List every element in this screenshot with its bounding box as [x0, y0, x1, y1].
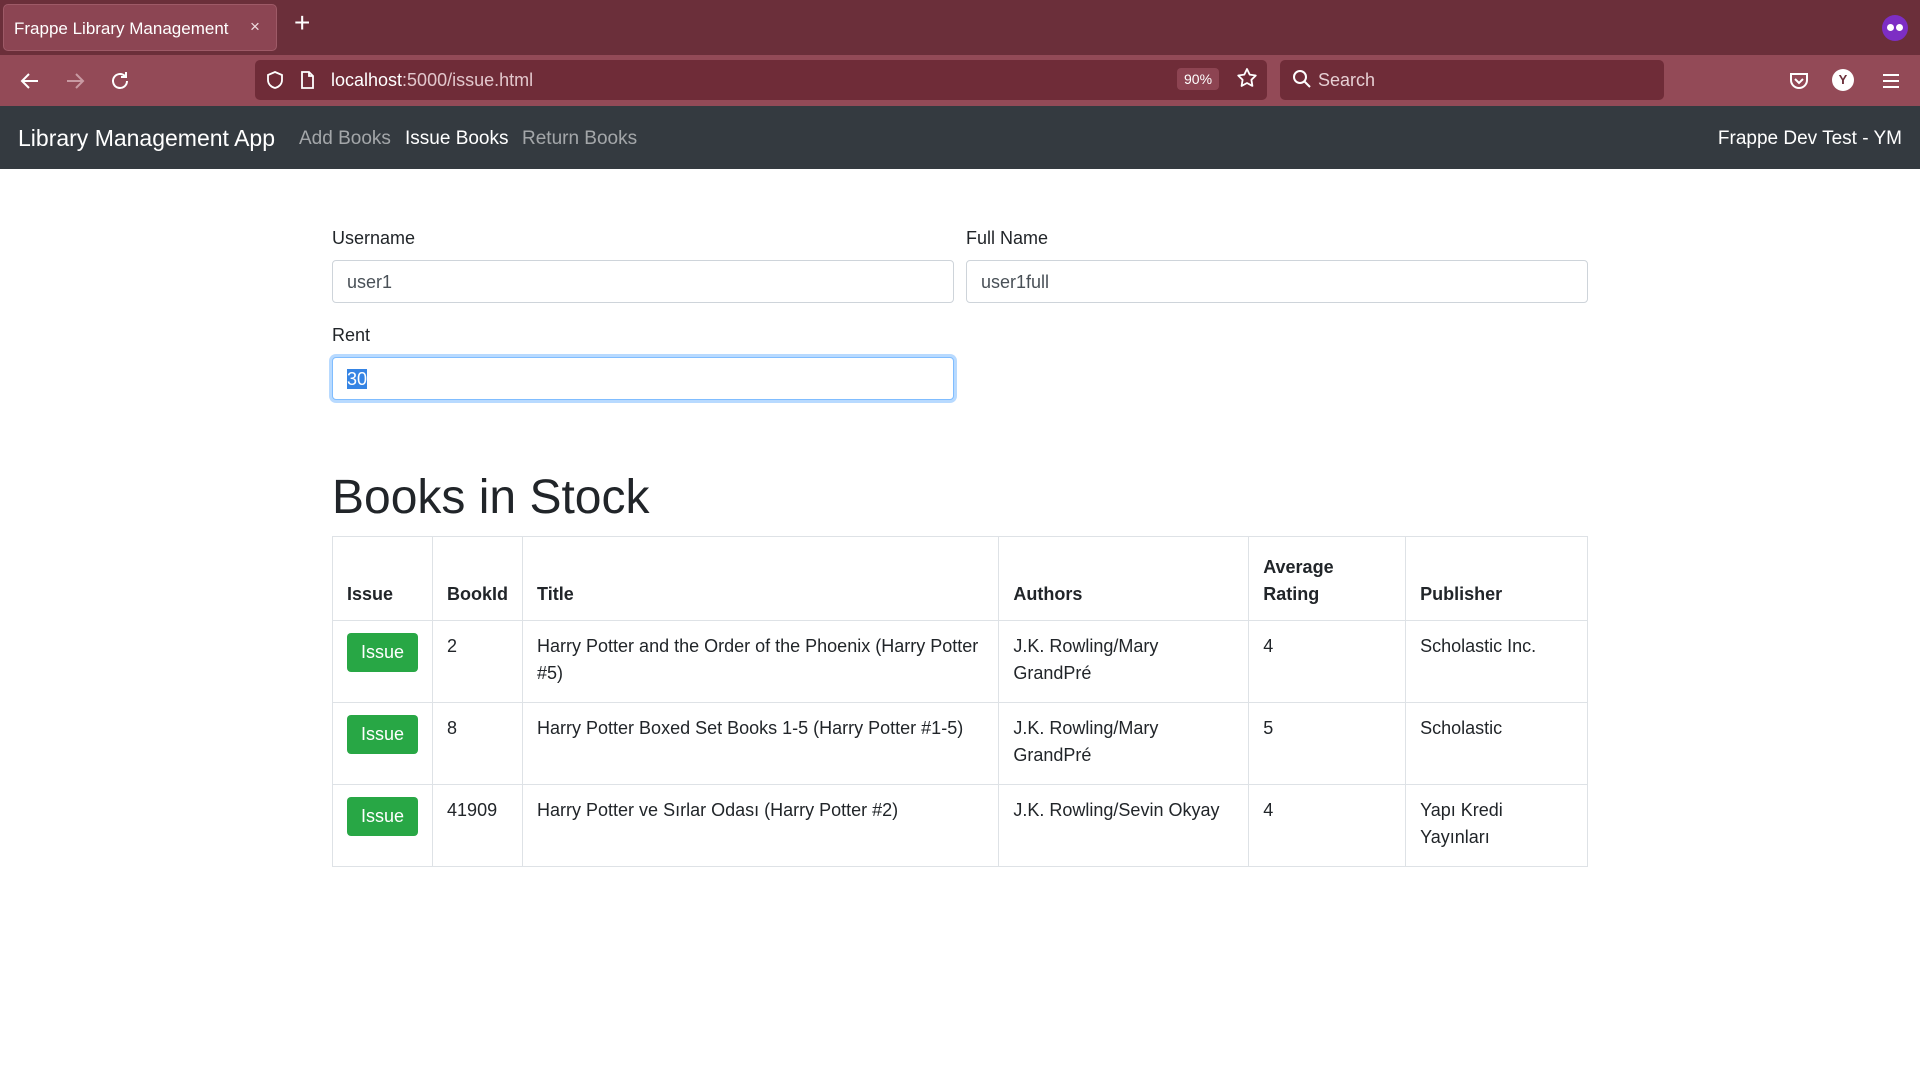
authors-cell: J.K. Rowling/Mary GrandPré — [998, 620, 1250, 703]
page-icon[interactable] — [297, 70, 317, 90]
pocket-icon[interactable] — [1786, 68, 1812, 94]
rating-cell: 4 — [1248, 784, 1407, 867]
issue-cell: Issue — [331, 784, 434, 867]
issue-button[interactable]: Issue — [347, 715, 419, 754]
new-tab-button[interactable]: + — [294, 9, 310, 37]
search-icon — [1293, 70, 1311, 88]
username-input[interactable]: user1 — [332, 260, 954, 303]
app-navbar: Library Management App Add Books Issue B… — [0, 106, 1920, 169]
authors-cell: J.K. Rowling/Sevin Okyay — [998, 784, 1250, 867]
book-id-cell: 41909 — [432, 784, 524, 867]
table-row: Issue 8 Harry Potter Boxed Set Books 1-5… — [331, 702, 1588, 785]
nav-add-books[interactable]: Add Books — [299, 128, 391, 150]
books-in-stock-heading: Books in Stock — [332, 471, 650, 524]
table-row: Issue 2 Harry Potter and the Order of th… — [331, 620, 1588, 703]
issue-cell: Issue — [331, 702, 434, 785]
url-text[interactable]: localhost:5000/issue.html — [331, 70, 533, 91]
column-header-title: Title — [522, 536, 1000, 621]
full-name-label: Full Name — [966, 228, 1049, 248]
column-header-issue: Issue — [331, 536, 434, 621]
title-cell: Harry Potter Boxed Set Books 1-5 (Harry … — [522, 702, 1000, 785]
issue-button[interactable]: Issue — [347, 797, 419, 836]
tab-close-icon[interactable]: × — [250, 17, 260, 37]
rent-label: Rent — [332, 325, 371, 345]
browser-toolbar: localhost:5000/issue.html 90% Search Y — [0, 55, 1920, 106]
full-name-input[interactable]: user1full — [966, 260, 1588, 303]
title-cell: Harry Potter and the Order of the Phoeni… — [522, 620, 1000, 703]
rating-cell: 5 — [1248, 702, 1407, 785]
account-avatar[interactable]: Y — [1832, 69, 1854, 91]
shield-icon[interactable] — [265, 70, 285, 90]
rent-value: 30 — [347, 369, 368, 389]
column-header-bookid: BookId — [432, 536, 524, 621]
username-value: user1 — [347, 272, 393, 292]
column-header-average-rating: Average Rating — [1248, 536, 1407, 621]
reload-button[interactable] — [106, 67, 134, 95]
title-cell: Harry Potter ve Sırlar Odası (Harry Pott… — [522, 784, 1000, 867]
browser-tab-bar: Frappe Library Management × + — [0, 0, 1920, 55]
private-browsing-icon — [1882, 15, 1908, 41]
username-label: Username — [332, 228, 416, 248]
zoom-level-badge[interactable]: 90% — [1177, 68, 1220, 90]
search-bar[interactable]: Search — [1280, 60, 1664, 100]
browser-tab[interactable]: Frappe Library Management × — [3, 4, 277, 51]
column-header-authors: Authors — [998, 536, 1250, 621]
book-id-cell: 2 — [432, 620, 524, 703]
url-bar[interactable]: localhost:5000/issue.html 90% — [255, 60, 1267, 100]
rent-input[interactable]: 30 — [332, 357, 954, 400]
url-host: localhost — [331, 70, 403, 90]
navbar-right-text: Frappe Dev Test - YM — [1717, 128, 1902, 149]
authors-cell: J.K. Rowling/Mary GrandPré — [998, 702, 1250, 785]
back-button[interactable] — [16, 67, 44, 95]
issue-button[interactable]: Issue — [347, 633, 419, 672]
issue-cell: Issue — [331, 620, 434, 703]
tab-title: Frappe Library Management — [14, 19, 229, 38]
menu-hamburger-icon[interactable] — [1878, 68, 1904, 94]
books-table: Issue BookId Title Authors Average Ratin… — [331, 536, 1588, 867]
nav-return-books[interactable]: Return Books — [522, 128, 637, 150]
column-header-publisher: Publisher — [1405, 536, 1588, 621]
navbar-brand[interactable]: Library Management App — [18, 125, 275, 152]
url-path: :5000/issue.html — [402, 70, 534, 90]
publisher-cell: Scholastic — [1405, 702, 1588, 785]
search-placeholder: Search — [1318, 70, 1376, 90]
reload-icon — [112, 72, 128, 89]
publisher-cell: Scholastic Inc. — [1405, 620, 1588, 703]
full-name-value: user1full — [981, 272, 1050, 292]
forward-arrow-icon — [67, 73, 85, 89]
table-row: Issue 41909 Harry Potter ve Sırlar Odası… — [331, 784, 1588, 867]
book-id-cell: 8 — [432, 702, 524, 785]
nav-issue-books[interactable]: Issue Books — [405, 128, 509, 150]
forward-button[interactable] — [61, 67, 89, 95]
publisher-cell: Yapı Kredi Yayınları — [1405, 784, 1588, 867]
rating-cell: 4 — [1248, 620, 1407, 703]
table-header-row: Issue BookId Title Authors Average Ratin… — [331, 536, 1588, 621]
back-arrow-icon — [20, 73, 38, 89]
bookmark-star-icon[interactable] — [1235, 66, 1259, 90]
